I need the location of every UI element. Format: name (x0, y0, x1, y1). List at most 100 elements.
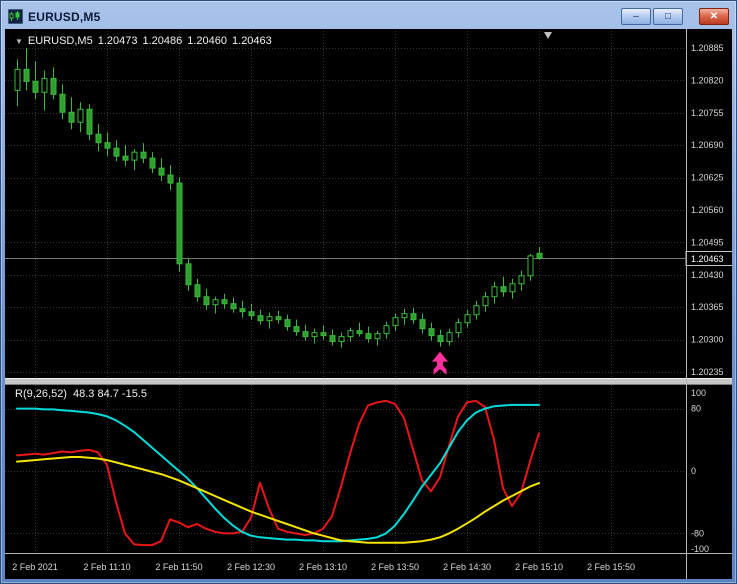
candle-body (365, 333, 372, 340)
buy-arrow-marker (432, 351, 448, 375)
maximize-button[interactable]: □ (653, 8, 683, 25)
window-title: EURUSD,M5 (28, 9, 101, 24)
candle-body (14, 68, 21, 91)
price-axis-label: 1.20235 (691, 367, 724, 377)
svg-text:1.20463: 1.20463 (691, 254, 724, 264)
close-button[interactable]: ✕ (699, 8, 729, 25)
panel-separator[interactable] (5, 378, 732, 385)
time-axis-label: 2 Feb 11:50 (155, 562, 202, 572)
candle-body (149, 157, 156, 169)
window-controls: – □ ✕ (621, 8, 729, 25)
oscillator-axis-label: -80 (691, 528, 704, 538)
candle-body (50, 77, 57, 95)
candle-body (131, 151, 138, 161)
candle-body (329, 335, 336, 343)
price-axis-label: 1.20625 (691, 173, 724, 183)
candle-body (212, 299, 219, 306)
candle-body (41, 77, 48, 93)
candle-body (230, 303, 237, 310)
candle-body (410, 313, 417, 321)
oscillator-axis-label: -100 (691, 544, 709, 554)
oscillator-axis-label: 100 (691, 388, 706, 398)
candle-body (275, 316, 282, 321)
candle-body (176, 182, 183, 265)
candle-body (167, 174, 174, 184)
candle-body (383, 325, 390, 335)
chart-shift-marker (544, 32, 552, 39)
time-axis-label: 2 Feb 15:50 (587, 562, 635, 572)
candle-body (428, 328, 435, 337)
candle-body (347, 330, 354, 338)
candle-body (320, 332, 327, 337)
price-axis-label: 1.20820 (691, 75, 724, 85)
axis-labels: 1.20885 1.20820 1.20755 1.20690 1.20625 1.205… (12, 43, 723, 572)
candle-body (356, 330, 363, 335)
title-bar[interactable]: EURUSD,M5 – □ ✕ (5, 4, 732, 29)
candle-body (491, 286, 498, 298)
chart-canvas[interactable]: 1.20885 1.20820 1.20755 1.20690 1.20625 1.205… (5, 29, 732, 579)
candle-body (185, 263, 192, 286)
time-axis-label: 2 Feb 13:50 (371, 562, 419, 572)
candle-body (113, 147, 120, 157)
candle-body (95, 133, 102, 144)
candle-body (374, 333, 381, 340)
candle-body (536, 252, 543, 259)
price-axis-label: 1.20495 (691, 237, 724, 247)
candle-body (140, 151, 147, 159)
price-axis-label: 1.20300 (691, 335, 724, 345)
candle-body (158, 167, 165, 176)
candle-body (86, 108, 93, 135)
candle-body (23, 68, 30, 82)
candle-body (401, 313, 408, 319)
chart-client-area: 1.20885 1.20820 1.20755 1.20690 1.20625 1.205… (5, 29, 732, 579)
candle-body (446, 332, 453, 343)
candle-body (122, 155, 129, 161)
candle-body (311, 332, 318, 338)
candle-body (392, 317, 399, 327)
collapse-arrow-icon[interactable]: ▼ (15, 37, 23, 46)
minimize-button[interactable]: – (621, 8, 651, 25)
candle-body (455, 322, 462, 334)
candle-body (266, 316, 273, 322)
candle-body (302, 331, 309, 338)
candle-body (257, 315, 264, 322)
time-axis-label: 2 Feb 12:30 (227, 562, 275, 572)
time-axis-label: 2 Feb 14:30 (443, 562, 491, 572)
price-axis-label: 1.20560 (691, 205, 724, 215)
candle-body (473, 305, 480, 316)
time-axis-label: 2 Feb 13:10 (299, 562, 347, 572)
candle-body (293, 326, 300, 333)
candle-body (248, 311, 255, 317)
candle-body (32, 80, 39, 93)
candle-body (104, 142, 111, 149)
time-axis-label: 2 Feb 11:10 (83, 562, 130, 572)
time-axis-label: 2 Feb 2021 (12, 562, 58, 572)
candle-body (482, 296, 489, 307)
oscillator-line-fast (16, 399, 540, 547)
candle-body (239, 308, 246, 313)
window-icon (8, 9, 23, 24)
mt4-chart-window: EURUSD,M5 – □ ✕ 1.20885 1.20820 1.20755 1.2… (0, 0, 737, 584)
oscillator-line-slow (16, 456, 540, 544)
candle-body (509, 283, 516, 293)
candle-body (464, 314, 471, 324)
price-axis-label: 1.20885 (691, 43, 724, 53)
current-price-tag: 1.20463 (685, 251, 732, 266)
candle-body (284, 319, 291, 328)
time-axis-label: 2 Feb 15:10 (515, 562, 563, 572)
candle-body (221, 299, 228, 305)
candle-body (77, 108, 84, 123)
candle-body (68, 111, 75, 123)
candle-body (527, 255, 534, 277)
price-axis-label: 1.20430 (691, 270, 724, 280)
price-axis-label: 1.20755 (691, 108, 724, 118)
price-axis-label: 1.20690 (691, 140, 724, 150)
candle-body (437, 335, 444, 343)
candles (14, 47, 543, 348)
oscillator-lines (16, 399, 540, 547)
candle-body (500, 286, 507, 293)
oscillator-axis-label: 80 (691, 404, 701, 414)
candle-body (518, 275, 525, 285)
oscillator-axis-label: 0 (691, 466, 696, 476)
candle-body (419, 319, 426, 330)
